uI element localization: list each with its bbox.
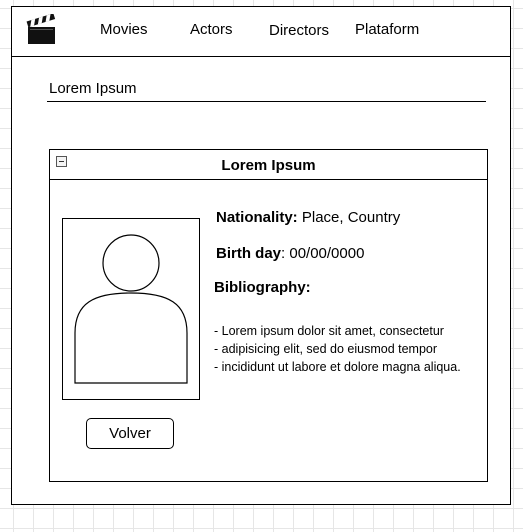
nav-directors[interactable]: Directors [269, 22, 329, 39]
bibliography-list: - Lorem ipsum dolor sit amet, consectetu… [214, 322, 461, 376]
back-button[interactable]: Volver [86, 418, 174, 449]
clapperboard-icon[interactable] [26, 14, 58, 46]
search-input[interactable] [47, 77, 488, 99]
nationality-row: Nationality: Place, Country [216, 209, 400, 226]
search-field [47, 77, 488, 102]
birthday-label: Birth day [216, 245, 282, 262]
actor-photo [62, 218, 200, 400]
bibliography-row: Bibliography: [214, 279, 311, 296]
user-avatar-icon [74, 234, 188, 384]
birthday-value: : 00/00/0000 [281, 245, 365, 262]
nav-actors[interactable]: Actors [190, 21, 233, 38]
app-frame: Movies Actors Directors Plataform Lorem … [11, 6, 511, 505]
nationality-value: Place, Country [301, 209, 401, 226]
list-item: - adipisicing elit, sed do eiusmod tempo… [214, 342, 438, 356]
nav-movies[interactable]: Movies [100, 21, 148, 38]
list-item: - incididunt ut labore et dolore magna a… [214, 360, 461, 374]
actor-detail-panel: Lorem Ipsum Nationality: Place, Country … [49, 149, 488, 482]
bibliography-label: Bibliography: [214, 279, 311, 296]
panel-header: Lorem Ipsum [50, 150, 487, 180]
top-navbar: Movies Actors Directors Plataform [12, 7, 510, 57]
nationality-label: Nationality: [216, 209, 298, 226]
birthday-row: Birth day: 00/00/0000 [216, 245, 364, 262]
list-item: - Lorem ipsum dolor sit amet, consectetu… [214, 324, 444, 338]
panel-title: Lorem Ipsum [221, 157, 316, 174]
nav-plataform[interactable]: Plataform [355, 21, 419, 38]
